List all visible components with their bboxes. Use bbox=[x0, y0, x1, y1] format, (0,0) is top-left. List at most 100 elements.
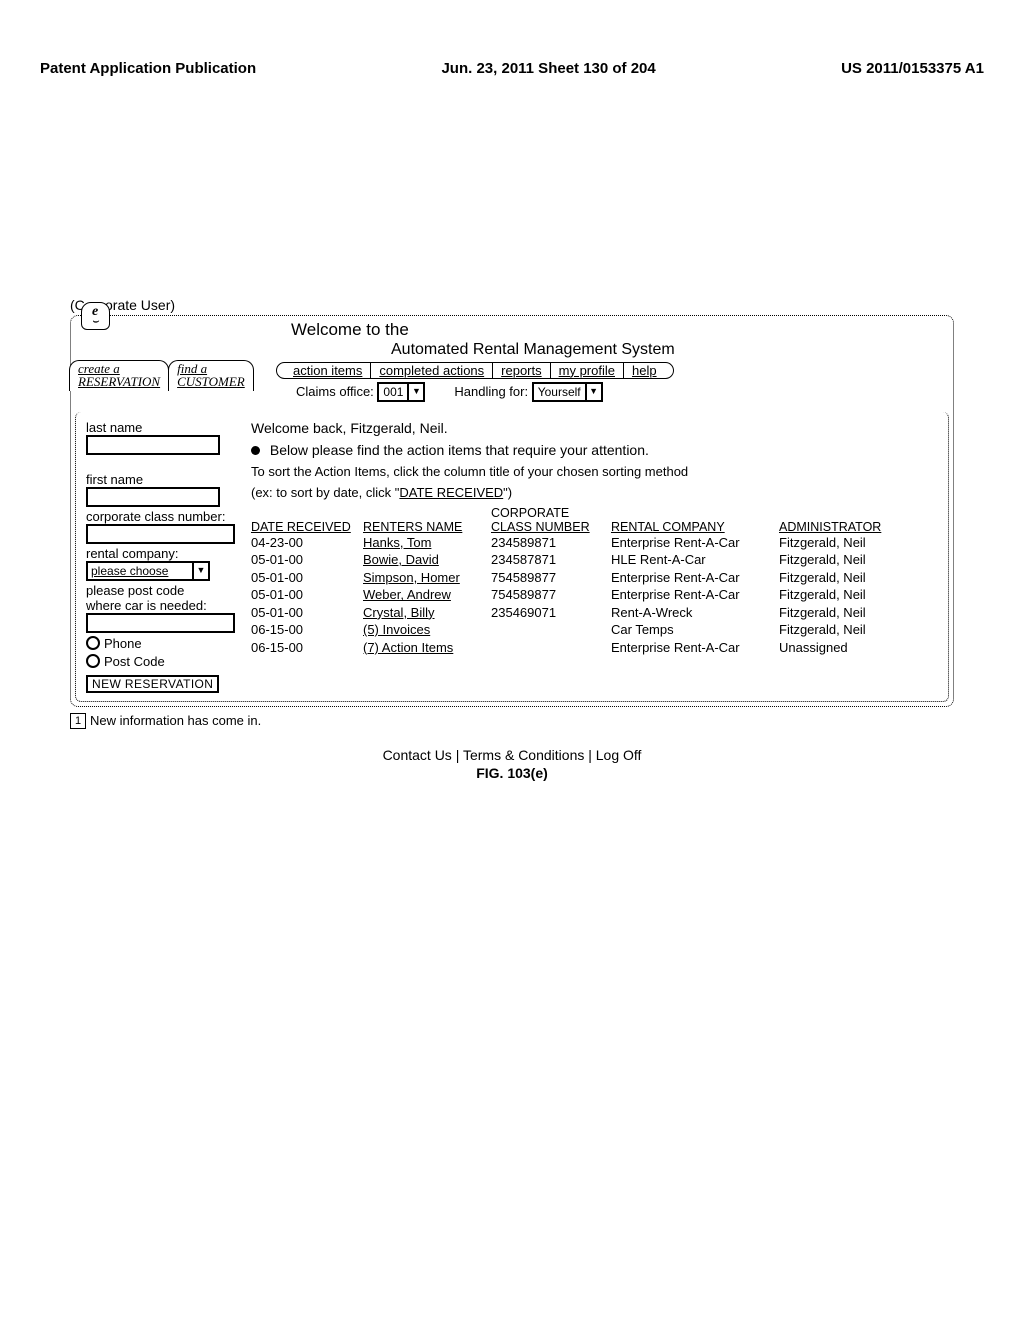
cell-admin: Fitzgerald, Neil bbox=[779, 551, 940, 569]
cell-class bbox=[491, 621, 611, 639]
nav-my-profile[interactable]: my profile bbox=[551, 362, 624, 379]
cell-admin: Fitzgerald, Neil bbox=[779, 586, 940, 604]
table-row: 06-15-00(5) InvoicesCar TempsFitzgerald,… bbox=[251, 621, 940, 639]
radio-icon bbox=[86, 636, 100, 650]
rental-company-value: please choose bbox=[88, 563, 192, 579]
claims-office-select[interactable]: 001 ▼ bbox=[377, 382, 425, 402]
col-class[interactable]: CLASS NUMBER bbox=[491, 520, 611, 534]
header-left: Patent Application Publication bbox=[40, 60, 256, 77]
cell-class: 234587871 bbox=[491, 551, 611, 569]
cell-admin: Fitzgerald, Neil bbox=[779, 604, 940, 622]
cell-class: 754589877 bbox=[491, 569, 611, 587]
phone-radio-label: Phone bbox=[104, 636, 142, 651]
col-admin[interactable]: ADMINISTRATOR bbox=[779, 520, 940, 534]
cell-class: 235469071 bbox=[491, 604, 611, 622]
table-row: 05-01-00Crystal, Billy235469071Rent-A-Wr… bbox=[251, 604, 940, 622]
cell-admin: Fitzgerald, Neil bbox=[779, 569, 940, 587]
table-row: 06-15-00(7) Action Items Enterprise Rent-… bbox=[251, 639, 940, 657]
cell-renter[interactable]: (7) Action Items bbox=[363, 639, 491, 657]
handling-for-label: Handling for: bbox=[454, 384, 528, 399]
footnote-badge: 1 bbox=[70, 713, 86, 729]
phone-radio-row[interactable]: Phone bbox=[86, 636, 241, 651]
cell-date: 05-01-00 bbox=[251, 586, 363, 604]
cell-company: Enterprise Rent-A-Car bbox=[611, 534, 779, 552]
header-center: Jun. 23, 2011 Sheet 130 of 204 bbox=[441, 60, 655, 77]
figure-label: FIG. 103(e) bbox=[40, 765, 984, 781]
first-name-input[interactable] bbox=[86, 487, 220, 507]
cell-admin: Unassigned bbox=[779, 639, 940, 657]
cell-date: 06-15-00 bbox=[251, 621, 363, 639]
post-code-label-2: where car is needed: bbox=[86, 598, 241, 613]
last-name-input[interactable] bbox=[86, 435, 220, 455]
table-row: 05-01-00Bowie, David234587871HLE Rent-A-… bbox=[251, 551, 940, 569]
footnote-text: New information has come in. bbox=[90, 713, 261, 728]
logo-swirl-icon: ⌣ bbox=[92, 320, 99, 323]
cell-renter[interactable]: Crystal, Billy bbox=[363, 604, 491, 622]
col-renter[interactable]: RENTERS NAME bbox=[363, 520, 491, 534]
cell-date: 05-01-00 bbox=[251, 569, 363, 587]
cell-admin: Fitzgerald, Neil bbox=[779, 534, 940, 552]
table-row: 05-01-00Weber, Andrew754589877Enterprise… bbox=[251, 586, 940, 604]
radio-icon bbox=[86, 654, 100, 668]
claims-office-value: 001 bbox=[379, 384, 407, 400]
claims-office-label: Claims office: bbox=[296, 384, 374, 399]
rental-company-label: rental company: bbox=[86, 546, 241, 561]
welcome-title-1: Welcome to the bbox=[291, 320, 953, 340]
corporate-class-label: corporate class number: bbox=[86, 509, 241, 524]
cell-company: HLE Rent-A-Car bbox=[611, 551, 779, 569]
cell-date: 04-23-00 bbox=[251, 534, 363, 552]
handling-for-select[interactable]: Yourself ▼ bbox=[532, 382, 603, 402]
rental-company-select[interactable]: please choose ▼ bbox=[86, 561, 210, 581]
nav-completed-actions[interactable]: completed actions bbox=[371, 362, 493, 379]
sort-instruction-1: To sort the Action Items, click the colu… bbox=[251, 464, 940, 479]
first-name-label: first name bbox=[86, 472, 241, 487]
sort-example-pre: (ex: to sort by date, click " bbox=[251, 485, 399, 500]
chevron-down-icon: ▼ bbox=[192, 563, 208, 579]
chevron-down-icon: ▼ bbox=[407, 384, 423, 400]
cell-company: Enterprise Rent-A-Car bbox=[611, 586, 779, 604]
welcome-back-text: Welcome back, Fitzgerald, Neil. bbox=[251, 420, 940, 436]
user-context-label: (Corporate User) bbox=[70, 297, 984, 313]
cell-renter[interactable]: Bowie, David bbox=[363, 551, 491, 569]
nav-reports[interactable]: reports bbox=[493, 362, 550, 379]
cell-renter[interactable]: Simpson, Homer bbox=[363, 569, 491, 587]
bullet-icon bbox=[251, 446, 260, 455]
sort-example-post: ") bbox=[503, 485, 512, 500]
nav-action-items[interactable]: action items bbox=[276, 362, 371, 379]
cell-renter[interactable]: Hanks, Tom bbox=[363, 534, 491, 552]
post-code-input[interactable] bbox=[86, 613, 235, 633]
new-reservation-button[interactable]: NEW RESERVATION bbox=[86, 675, 219, 693]
post-code-radio-row[interactable]: Post Code bbox=[86, 654, 241, 669]
tab-create-line2: RESERVATION bbox=[78, 375, 160, 389]
cell-date: 05-01-00 bbox=[251, 551, 363, 569]
last-name-label: last name bbox=[86, 420, 241, 435]
tab-create-line1: create a bbox=[78, 362, 160, 376]
cell-class: 234589871 bbox=[491, 534, 611, 552]
chevron-down-icon: ▼ bbox=[585, 384, 601, 400]
cell-company: Enterprise Rent-A-Car bbox=[611, 569, 779, 587]
handling-for-value: Yourself bbox=[534, 384, 585, 400]
tab-find-customer[interactable]: find a CUSTOMER bbox=[168, 360, 254, 391]
cell-company: Car Temps bbox=[611, 621, 779, 639]
cell-date: 06-15-00 bbox=[251, 639, 363, 657]
header-right: US 2011/0153375 A1 bbox=[841, 60, 984, 77]
post-code-label-1: please post code bbox=[86, 583, 241, 598]
cell-renter[interactable]: Weber, Andrew bbox=[363, 586, 491, 604]
tab-find-line2: CUSTOMER bbox=[177, 375, 245, 389]
post-code-radio-label: Post Code bbox=[104, 654, 165, 669]
col-corporate-pre: CORPORATE bbox=[491, 506, 611, 520]
cell-class: 754589877 bbox=[491, 586, 611, 604]
footer-links[interactable]: Contact Us | Terms & Conditions | Log Of… bbox=[40, 747, 984, 763]
nav-help[interactable]: help bbox=[624, 362, 674, 379]
sort-example-link[interactable]: DATE RECEIVED bbox=[399, 485, 503, 500]
tab-find-line1: find a bbox=[177, 362, 245, 376]
col-date[interactable]: DATE RECEIVED bbox=[251, 520, 363, 534]
cell-class bbox=[491, 639, 611, 657]
corporate-class-input[interactable] bbox=[86, 524, 235, 544]
cell-renter[interactable]: (5) Invoices bbox=[363, 621, 491, 639]
tab-create-reservation[interactable]: create a RESERVATION bbox=[69, 360, 169, 391]
cell-company: Rent-A-Wreck bbox=[611, 604, 779, 622]
cell-company: Enterprise Rent-A-Car bbox=[611, 639, 779, 657]
col-company[interactable]: RENTAL COMPANY bbox=[611, 520, 779, 534]
table-row: 05-01-00Simpson, Homer754589877Enterpris… bbox=[251, 569, 940, 587]
